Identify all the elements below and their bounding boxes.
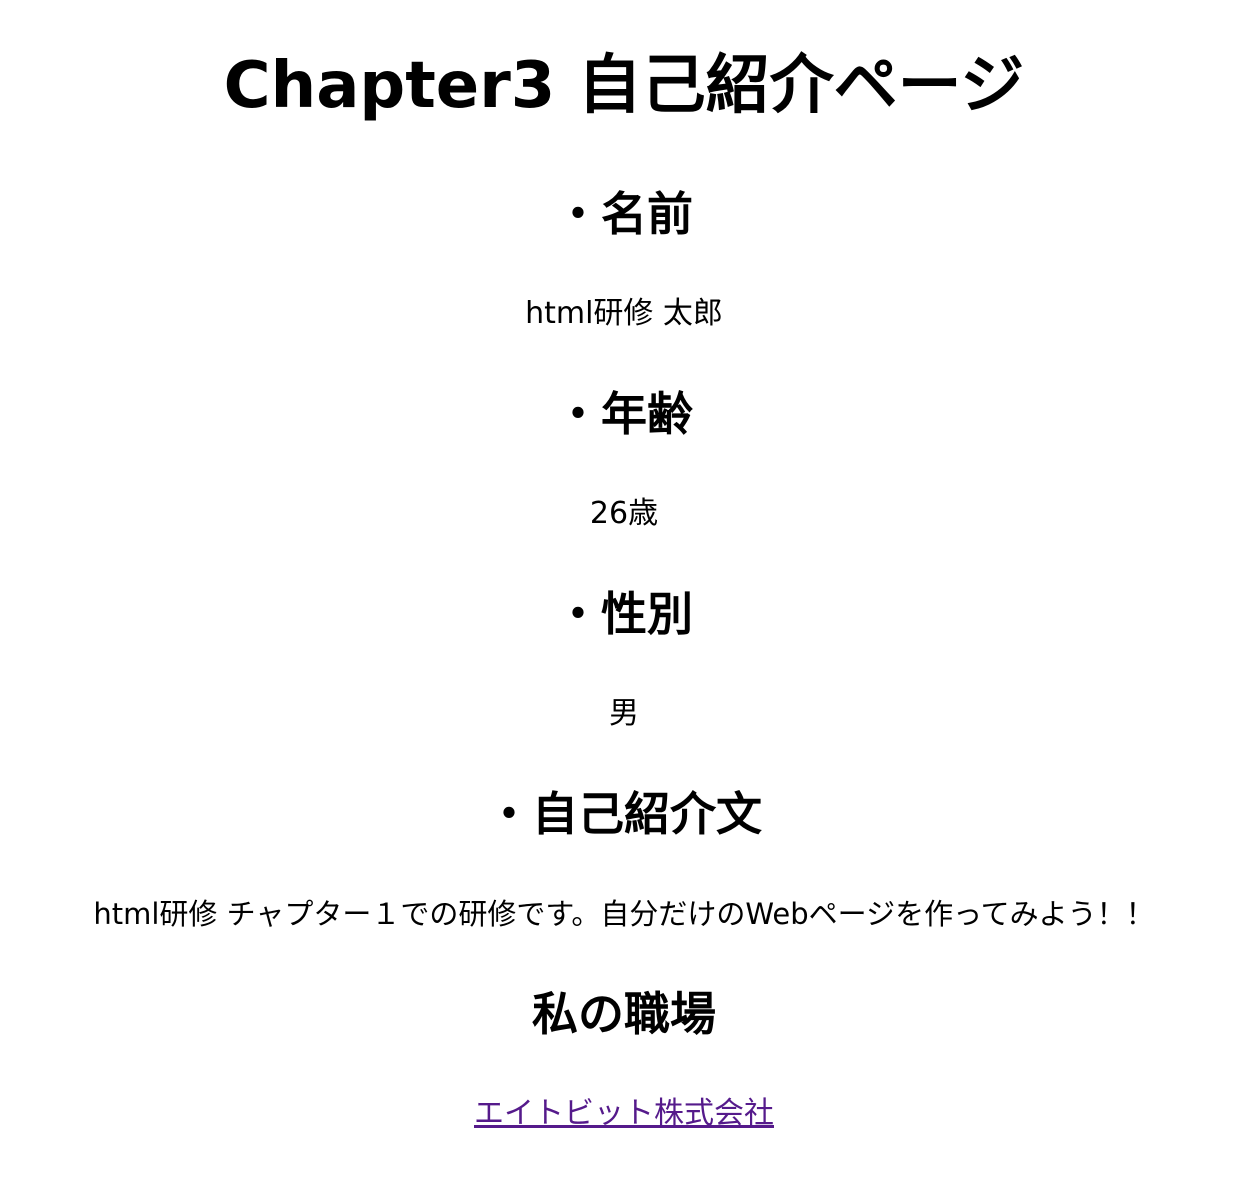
age-value: 26歳 (589, 496, 659, 531)
gender-heading: ・性別 (555, 587, 693, 641)
name-heading: ・名前 (555, 187, 693, 241)
intro-text: html研修 チャプター１での研修です。自分だけのWebページを作ってみよう！！ (93, 897, 1155, 931)
workplace-link[interactable]: エイトビット株式会社 (474, 1096, 774, 1131)
name-value: html研修 太郎 (525, 296, 723, 331)
intro-heading: ・自己紹介文 (486, 787, 762, 841)
profile-page: Chapter3 自己紹介ページ ・名前 html研修 太郎 ・年齢 26歳 ・… (0, 0, 1248, 1178)
age-heading: ・年齢 (555, 387, 693, 441)
page-title: Chapter3 自己紹介ページ (223, 49, 1025, 123)
workplace-paragraph: エイトビット株式会社 (0, 1094, 1248, 1134)
workplace-heading: 私の職場 (532, 987, 716, 1041)
gender-value: 男 (609, 696, 639, 731)
